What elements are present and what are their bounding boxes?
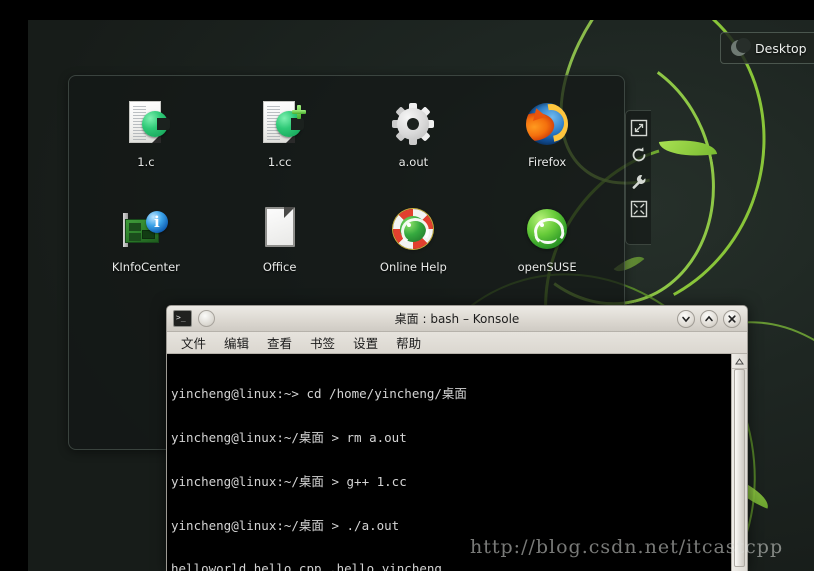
desktop-icon-label: openSUSE <box>517 261 577 274</box>
titlebar-left-buttons <box>173 310 215 327</box>
on-all-desktops-button[interactable] <box>198 310 215 327</box>
chevron-up-icon <box>705 315 713 321</box>
desktop-icon-kinfocenter[interactable]: KInfoCenter <box>90 205 202 310</box>
desktop-icon-label: Office <box>262 261 297 274</box>
terminal-scrollbar[interactable] <box>731 354 747 571</box>
resize-diagonal-icon[interactable] <box>630 119 648 137</box>
terminal-line: yincheng@linux:~/桌面 > ./a.out <box>171 517 400 533</box>
terminal-output[interactable]: yincheng@linux:~> cd /home/yincheng/桌面 y… <box>167 354 731 571</box>
desktop-icon-opensuse[interactable]: openSUSE <box>491 205 603 310</box>
desktop-icon-label: Online Help <box>379 261 447 274</box>
plasma-widget-toolbar[interactable] <box>625 110 651 245</box>
desktop-crescent-icon <box>731 38 751 56</box>
window-controls <box>677 309 741 328</box>
cpp-source-file-icon <box>256 100 306 148</box>
maximize-corners-icon[interactable] <box>630 200 648 218</box>
chevron-down-icon <box>682 316 690 322</box>
libreoffice-document-icon <box>256 205 304 253</box>
maximize-button[interactable] <box>700 309 718 328</box>
window-title: 桌面 : bash – Konsole <box>394 312 520 326</box>
close-x-icon <box>728 314 736 323</box>
desktop-icon-online-help[interactable]: Online Help <box>357 205 469 310</box>
desktop-icon-office[interactable]: Office <box>224 205 336 310</box>
desktop-icon-firefox[interactable]: Firefox <box>491 100 603 205</box>
menu-item-view[interactable]: 查看 <box>259 331 300 354</box>
menu-item-help[interactable]: 帮助 <box>388 331 429 354</box>
c-source-file-icon <box>122 100 170 148</box>
lifebuoy-help-icon <box>389 205 437 253</box>
window-titlebar[interactable]: 桌面 : bash – Konsole <box>167 306 747 332</box>
desktop-icon-1c[interactable]: 1.c <box>90 100 202 205</box>
firefox-icon <box>523 100 571 148</box>
minimize-button[interactable] <box>677 309 695 328</box>
desktop-icon-1cc[interactable]: 1.cc <box>224 100 336 205</box>
screen: 1.c 1.cc a.out Firefox i KInfoCenter Off… <box>0 0 814 571</box>
menu-item-edit[interactable]: 编辑 <box>216 331 257 354</box>
desktop-icon-label: a.out <box>398 156 429 169</box>
desktop-icon-label: KInfoCenter <box>111 261 180 274</box>
terminal-line: helloworld hello cpp ,hello yincheng <box>171 561 442 571</box>
terminal-line: yincheng@linux:~/桌面 > g++ 1.cc <box>171 473 407 489</box>
rotate-icon[interactable] <box>630 146 648 164</box>
terminal-area[interactable]: yincheng@linux:~> cd /home/yincheng/桌面 y… <box>167 354 747 571</box>
menu-item-bookmarks[interactable]: 书签 <box>302 331 343 354</box>
scrollbar-thumb[interactable] <box>734 369 745 567</box>
desktop-icon-label: 1.cc <box>267 156 292 169</box>
scroll-up-arrow-icon[interactable] <box>732 354 747 369</box>
menu-item-settings[interactable]: 设置 <box>345 331 386 354</box>
desktop-icon-label: Firefox <box>528 156 567 169</box>
gear-executable-icon <box>389 100 437 148</box>
close-button[interactable] <box>723 309 741 328</box>
opensuse-geeko-icon <box>523 205 571 253</box>
wrench-icon[interactable] <box>630 173 648 191</box>
menu-item-file[interactable]: 文件 <box>173 331 214 354</box>
desktop-widget-label: Desktop <box>755 40 807 56</box>
kinfocenter-icon <box>122 205 170 253</box>
terminal-line: yincheng@linux:~/桌面 > rm a.out <box>171 429 407 445</box>
konsole-window[interactable]: 桌面 : bash – Konsole <box>166 305 748 571</box>
konsole-menubar: 文件 编辑 查看 书签 设置 帮助 <box>167 332 747 354</box>
terminal-line: yincheng@linux:~> cd /home/yincheng/桌面 <box>171 386 467 402</box>
konsole-terminal-icon[interactable] <box>173 310 192 327</box>
desktop-icon-label: 1.c <box>137 156 155 169</box>
desktop-icon-aout[interactable]: a.out <box>357 100 469 205</box>
desktop-switcher-widget[interactable]: Desktop <box>720 32 814 64</box>
